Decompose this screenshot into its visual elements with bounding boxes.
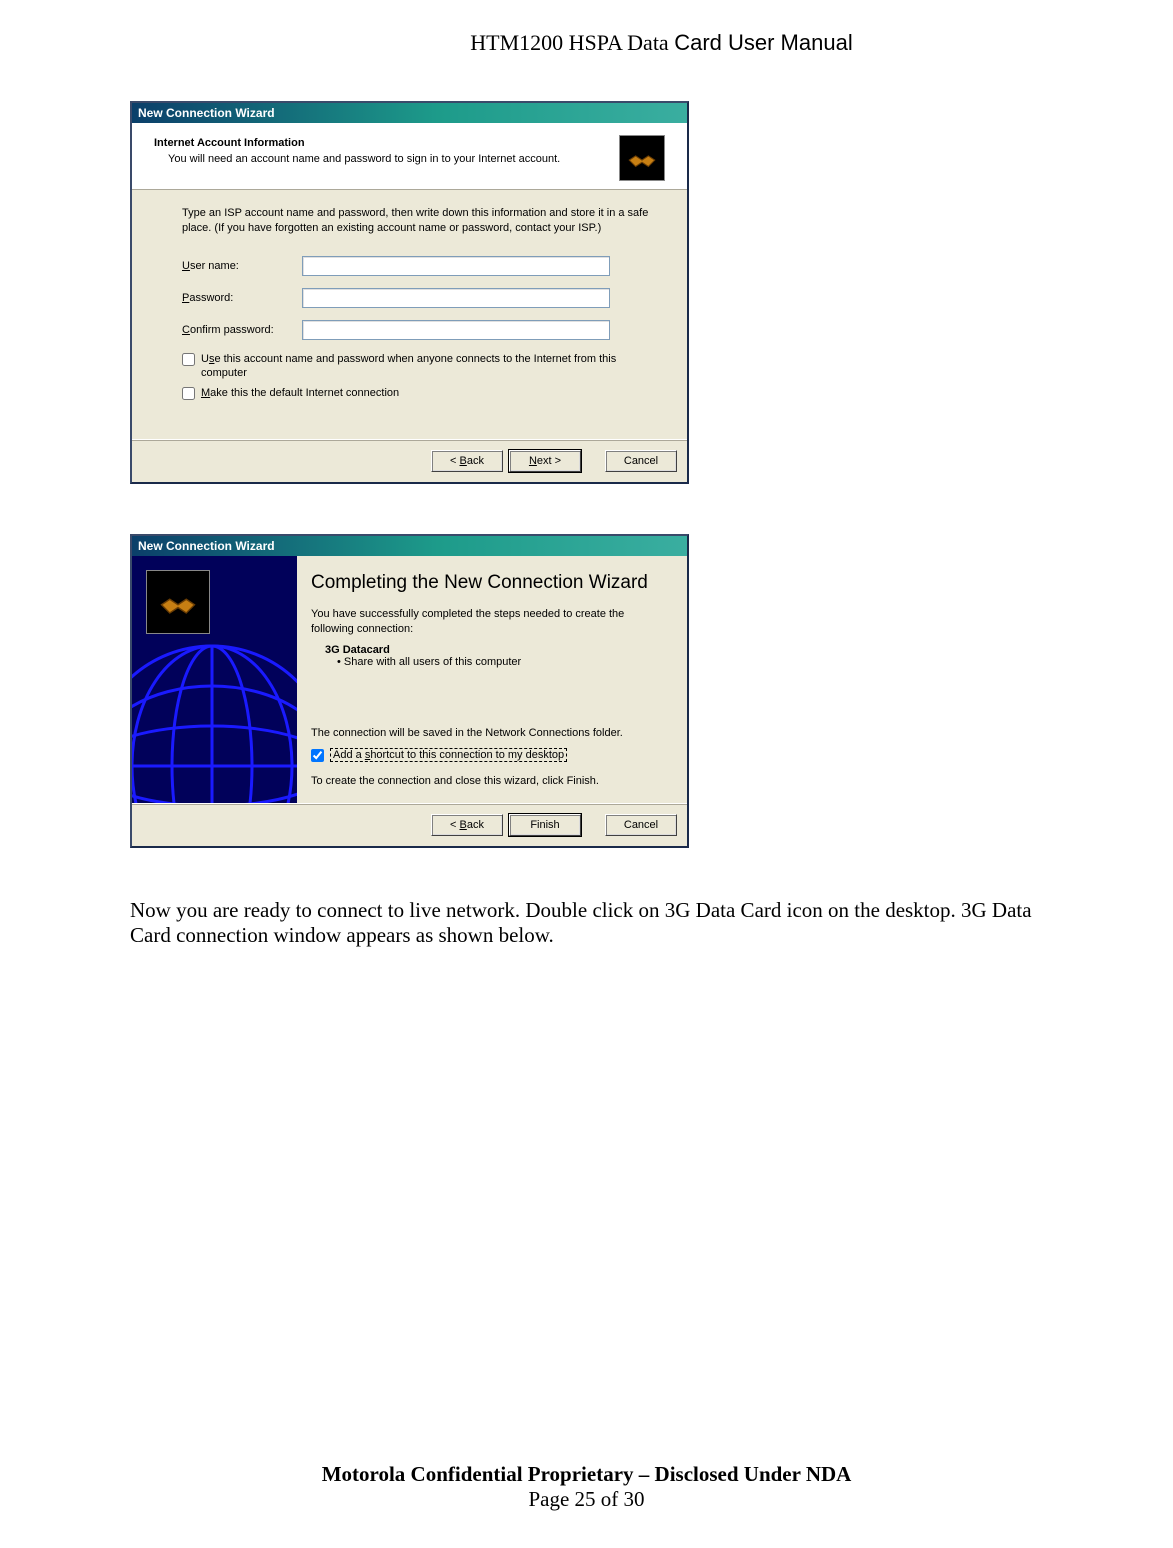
finish-instruction: To create the connection and close this …: [311, 774, 669, 788]
use-account-checkbox[interactable]: [182, 353, 195, 366]
document-footer: Motorola Confidential Proprietary – Disc…: [0, 1462, 1173, 1512]
default-connection-label: Make this the default Internet connectio…: [201, 386, 399, 400]
add-shortcut-label: Add a shortcut to this connection to my …: [330, 748, 567, 762]
completion-text: You have successfully completed the step…: [311, 607, 669, 636]
back-button[interactable]: < Back: [431, 450, 503, 472]
default-connection-checkbox[interactable]: [182, 387, 195, 400]
confirm-password-input[interactable]: [302, 320, 610, 340]
user-name-label: User name:: [182, 260, 302, 272]
connection-name: 3G Datacard: [325, 644, 669, 656]
next-button[interactable]: Next >: [509, 450, 581, 472]
user-name-input[interactable]: [302, 256, 610, 276]
wizard-header-title: Internet Account Information: [154, 137, 560, 149]
wizard-header-subtitle: You will need an account name and passwo…: [168, 153, 560, 165]
titlebar: New Connection Wizard: [132, 536, 687, 556]
titlebar: New Connection Wizard: [132, 103, 687, 123]
globe-icon: [132, 636, 297, 803]
wizard-complete-heading: Completing the New Connection Wizard: [311, 572, 669, 594]
cancel-button[interactable]: Cancel: [605, 814, 677, 836]
share-bullet: • Share with all users of this computer: [337, 656, 669, 668]
password-label: Password:: [182, 292, 302, 304]
wizard-header: Internet Account Information You will ne…: [132, 123, 687, 190]
dialog-internet-account: New Connection Wizard Internet Account I…: [130, 101, 689, 484]
add-shortcut-checkbox[interactable]: [311, 749, 324, 762]
saved-folder-text: The connection will be saved in the Netw…: [311, 726, 669, 740]
cancel-button[interactable]: Cancel: [605, 450, 677, 472]
button-row: < Back Finish Cancel: [132, 803, 687, 846]
document-body-paragraph: Now you are ready to connect to live net…: [130, 898, 1043, 948]
hand-shake-icon: [619, 135, 665, 181]
header-text-plain: HTM1200 HSPA Data: [470, 30, 674, 55]
password-input[interactable]: [302, 288, 610, 308]
finish-button[interactable]: Finish: [509, 814, 581, 836]
back-button[interactable]: < Back: [431, 814, 503, 836]
footer-confidential: Motorola Confidential Proprietary – Disc…: [0, 1462, 1173, 1487]
footer-page-number: Page 25 of 30: [0, 1487, 1173, 1512]
use-account-label: Use this account name and password when …: [201, 352, 653, 381]
hand-shake-icon: [146, 570, 210, 634]
document-header: HTM1200 HSPA Data Card User Manual: [280, 30, 1043, 56]
wizard-sidebar: [132, 556, 297, 803]
window-title: New Connection Wizard: [138, 106, 275, 120]
dialog-completing-wizard: New Connection Wizard Completing the: [130, 534, 689, 848]
confirm-password-label: Confirm password:: [182, 324, 302, 336]
instruction-text: Type an ISP account name and password, t…: [182, 206, 653, 236]
header-text-card: Card User Manual: [674, 30, 853, 55]
window-title: New Connection Wizard: [138, 539, 275, 553]
button-row: < Back Next > Cancel: [132, 439, 687, 482]
